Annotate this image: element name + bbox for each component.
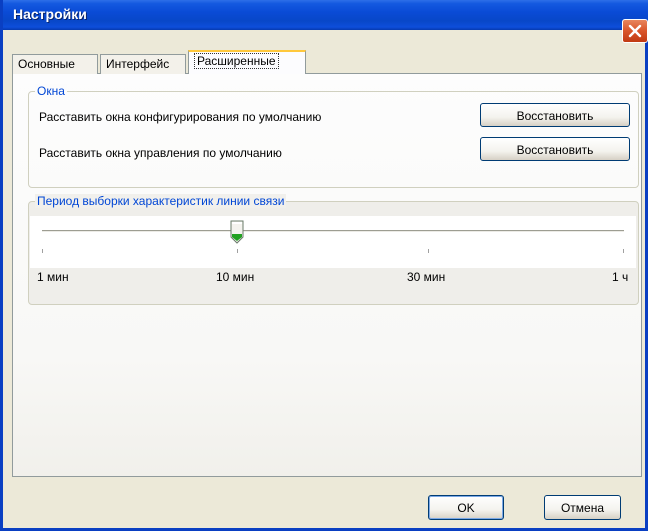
tab-general[interactable]: Основные [12, 54, 98, 74]
slider-track [42, 230, 624, 233]
tab-interface[interactable]: Интерфейс [100, 54, 186, 74]
slider-thumb[interactable] [230, 220, 244, 245]
tick-label-1h: 1 ч [612, 270, 629, 284]
window-title: Настройки [13, 6, 87, 22]
reset-config-windows-label: Расставить окна конфигурирования по умол… [39, 110, 322, 124]
ok-button[interactable]: OK [428, 495, 504, 520]
slider-tick [237, 249, 238, 253]
reset-control-windows-label: Расставить окна управления по умолчанию [39, 146, 282, 160]
close-icon [628, 24, 642, 38]
tick-label-10min: 10 мин [216, 270, 255, 284]
tab-general-label: Основные [18, 57, 75, 71]
slider-tick [623, 249, 624, 253]
tab-advanced[interactable]: Расширенные [188, 50, 306, 74]
sampling-period-legend: Период выборки характеристик линии связи [35, 194, 287, 208]
close-button[interactable] [622, 19, 648, 43]
slider-tick [42, 249, 43, 253]
tab-advanced-label: Расширенные [194, 53, 279, 69]
restore-config-windows-button[interactable]: Восстановить [480, 103, 630, 127]
cancel-button[interactable]: Отмена [544, 495, 621, 520]
title-bar[interactable]: Настройки [3, 0, 648, 30]
sampling-slider[interactable] [30, 216, 636, 268]
tick-label-1min: 1 мин [37, 270, 69, 284]
tick-label-30min: 30 мин [407, 270, 446, 284]
windows-group-legend: Окна [35, 84, 67, 98]
tab-interface-label: Интерфейс [106, 57, 170, 71]
restore-control-windows-button[interactable]: Восстановить [480, 137, 630, 161]
slider-tick [428, 249, 429, 253]
